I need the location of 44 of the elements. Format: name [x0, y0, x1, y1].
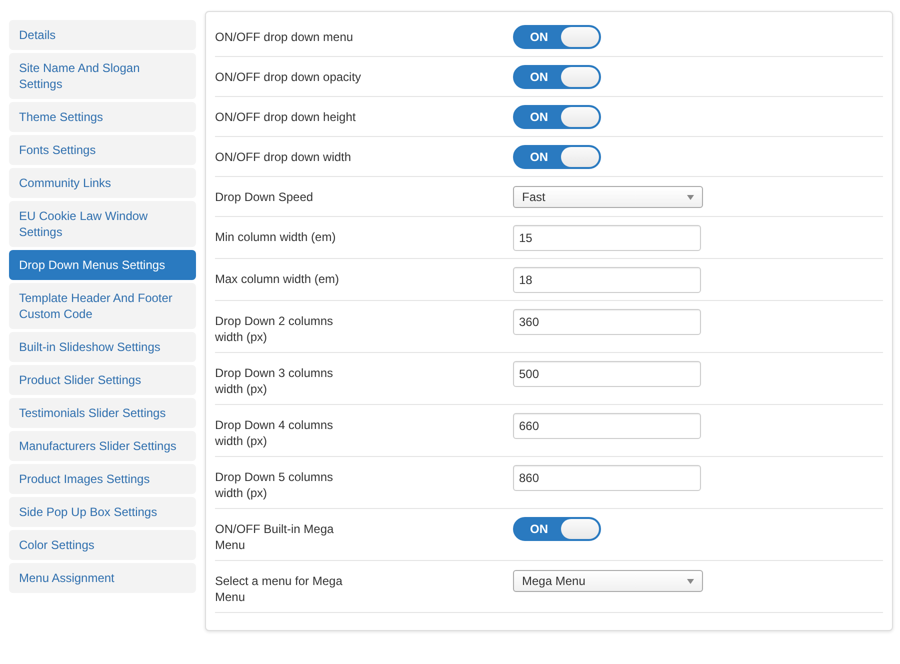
- setting-label: ON/OFF drop down width: [215, 149, 352, 165]
- setting-label: Max column width (em): [215, 271, 340, 287]
- sidebar-item[interactable]: Drop Down Menus Settings: [9, 250, 196, 280]
- setting-label: Min column width (em): [215, 229, 337, 245]
- sidebar-item[interactable]: EU Cookie Law Window Settings: [9, 201, 196, 247]
- toggle-switch[interactable]: ON: [513, 145, 601, 169]
- input-field[interactable]: 860: [513, 465, 701, 491]
- toggle-switch[interactable]: ON: [513, 65, 601, 89]
- setting-label: Select a menu for Mega Menu: [215, 573, 344, 605]
- setting-label: Drop Down Speed: [215, 189, 314, 205]
- toggle-switch[interactable]: ON: [513, 105, 601, 129]
- setting-label: ON/OFF Built-in Mega Menu: [215, 521, 335, 553]
- sidebar-item[interactable]: Manufacturers Slider Settings: [9, 431, 196, 461]
- input-field[interactable]: 500: [513, 361, 701, 387]
- sidebar-item[interactable]: Testimonials Slider Settings: [9, 398, 196, 428]
- setting-label: ON/OFF drop down opacity: [215, 69, 362, 85]
- dropdown-select[interactable]: Mega Menu: [513, 570, 703, 592]
- setting-label: ON/OFF drop down height: [215, 109, 357, 125]
- sidebar-item[interactable]: Theme Settings: [9, 102, 196, 132]
- sidebar-item[interactable]: Color Settings: [9, 530, 196, 560]
- setting-label: Drop Down 4 columns width (px): [215, 417, 334, 449]
- sidebar-item[interactable]: Fonts Settings: [9, 135, 196, 165]
- sidebar-item[interactable]: Details: [9, 20, 196, 50]
- toggle-switch[interactable]: ON: [513, 517, 601, 541]
- caret-icon: [687, 194, 694, 200]
- sidebar-item[interactable]: Product Slider Settings: [9, 365, 196, 395]
- sidebar-item[interactable]: Community Links: [9, 168, 196, 198]
- dropdown-select[interactable]: Fast: [513, 186, 703, 208]
- sidebar-item[interactable]: Side Pop Up Box Settings: [9, 497, 196, 527]
- input-field[interactable]: 360: [513, 309, 701, 335]
- setting-label: Drop Down 2 columns width (px): [215, 313, 334, 345]
- setting-label: Drop Down 3 columns width (px): [215, 365, 334, 397]
- toggle-switch[interactable]: ON: [513, 25, 601, 49]
- input-field[interactable]: 15: [513, 225, 701, 251]
- input-field[interactable]: 660: [513, 413, 701, 439]
- sidebar-item[interactable]: Site Name And Slogan Settings: [9, 53, 196, 99]
- setting-label: Drop Down 5 columns width (px): [215, 469, 334, 501]
- sidebar-item[interactable]: Product Images Settings: [9, 464, 196, 494]
- input-field[interactable]: 18: [513, 267, 701, 293]
- setting-label: ON/OFF drop down menu: [215, 29, 354, 45]
- caret-icon: [687, 578, 694, 584]
- sidebar-item[interactable]: Template Header And Footer Custom Code: [9, 283, 196, 329]
- sidebar-item[interactable]: Menu Assignment: [9, 563, 196, 593]
- sidebar-item[interactable]: Built-in Slideshow Settings: [9, 332, 196, 362]
